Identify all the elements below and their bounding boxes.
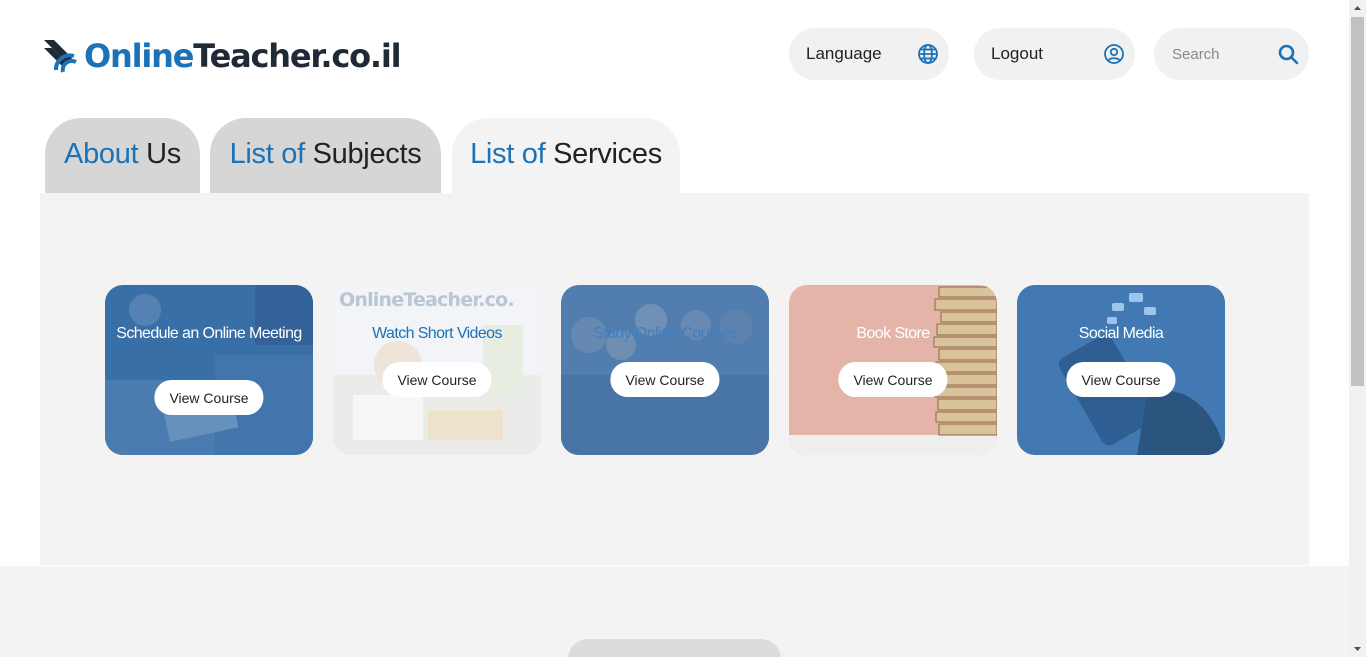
card-title: Book Store xyxy=(856,325,930,342)
view-course-button[interactable]: View Course xyxy=(838,362,948,397)
service-card-short-videos[interactable]: OnlineTeacher.co. Watch Short Videos Vie… xyxy=(333,285,541,455)
card-title: Study Online Courses xyxy=(593,325,737,342)
service-card-book-store[interactable]: Book Store View Course xyxy=(789,285,997,455)
footer-button[interactable] xyxy=(568,639,781,657)
service-card-online-meeting[interactable]: Schedule an Online Meeting View Course xyxy=(105,285,313,455)
search-box[interactable] xyxy=(1154,28,1309,80)
tab-about-us[interactable]: About Us xyxy=(45,118,200,194)
scroll-up-arrow-icon[interactable] xyxy=(1349,0,1366,17)
card-title: Watch Short Videos xyxy=(372,325,502,342)
language-button[interactable]: Language xyxy=(789,28,949,80)
card-image xyxy=(105,285,313,455)
card-watermark: OnlineTeacher.co. xyxy=(339,289,515,311)
tab-label-blue: List of xyxy=(229,138,306,170)
view-course-button[interactable]: View Course xyxy=(382,362,492,397)
tab-list-of-services[interactable]: List of Services xyxy=(452,118,680,194)
card-title: Social Media xyxy=(1078,325,1164,342)
service-card-online-courses[interactable]: Study Online Courses View Course xyxy=(561,285,769,455)
service-card-social-media[interactable]: Social Media View Course xyxy=(1017,285,1225,455)
site-logo[interactable]: OnlineTeacher.co.il xyxy=(42,36,402,76)
scroll-down-arrow-icon[interactable] xyxy=(1349,640,1366,657)
search-icon[interactable] xyxy=(1277,43,1299,65)
view-course-button[interactable]: View Course xyxy=(1066,362,1176,397)
logo-mark-icon xyxy=(42,38,82,74)
tab-label-dark: Services xyxy=(553,138,662,170)
view-course-button[interactable]: View Course xyxy=(610,362,720,397)
tab-label-blue: About xyxy=(64,138,139,170)
globe-icon xyxy=(917,43,939,65)
view-course-button[interactable]: View Course xyxy=(154,380,264,415)
tab-label-dark: Us xyxy=(146,138,181,170)
page-scrollbar[interactable] xyxy=(1349,0,1366,657)
card-title: Schedule an Online Meeting xyxy=(116,325,302,342)
logo-text: OnlineTeacher.co.il xyxy=(84,37,402,75)
scrollbar-thumb[interactable] xyxy=(1351,17,1364,386)
logout-label: Logout xyxy=(991,44,1043,63)
tab-label-blue: List of xyxy=(470,138,546,170)
user-circle-icon xyxy=(1103,43,1125,65)
search-input[interactable] xyxy=(1172,45,1272,63)
tab-label-dark: Subjects xyxy=(312,138,422,170)
language-label: Language xyxy=(806,44,882,63)
logout-button[interactable]: Logout xyxy=(974,28,1135,80)
tab-list-of-subjects[interactable]: List of Subjects xyxy=(210,118,441,194)
